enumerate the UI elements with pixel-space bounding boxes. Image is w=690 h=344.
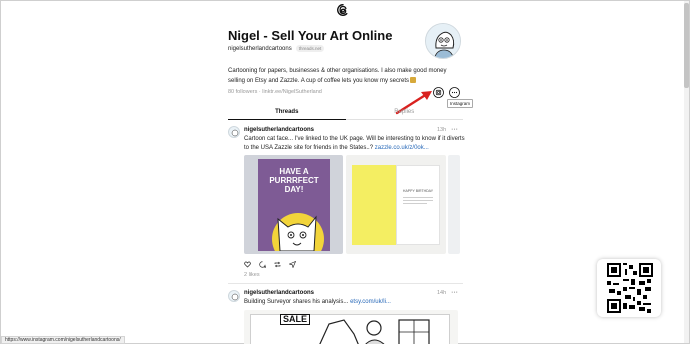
- instagram-icon[interactable]: [433, 87, 444, 98]
- more-icon[interactable]: [449, 87, 460, 98]
- status-bar-url: https://www.instagram.com/nigelsutherlan…: [1, 336, 125, 344]
- scrollbar-thumb[interactable]: [684, 3, 689, 88]
- card-line-2: PURRRFECT: [269, 176, 319, 185]
- profile-avatar[interactable]: [425, 23, 461, 59]
- card-line: [403, 203, 427, 204]
- cartoon-cat-icon: [272, 213, 324, 251]
- sale-sign: SALE: [280, 314, 311, 325]
- heart-icon[interactable]: [244, 261, 251, 268]
- domain-pill[interactable]: threads.net: [295, 45, 325, 52]
- card-line: [403, 200, 433, 201]
- post-image-card-inside[interactable]: HAPPY BIRTHDAY: [346, 155, 446, 254]
- post-likes[interactable]: 2 likes: [244, 272, 260, 278]
- repost-icon[interactable]: [274, 261, 281, 268]
- cartoon-sketch-icon: [319, 319, 430, 344]
- card-line-3: DAY!: [284, 185, 304, 194]
- post-image-card-front[interactable]: HAVE A PURRRFECT DAY!: [244, 155, 343, 254]
- post-body: Building Surveyor shares his analysis...: [244, 299, 351, 305]
- post-timestamp[interactable]: 13h: [437, 127, 446, 133]
- comment-icon[interactable]: [259, 261, 266, 268]
- post-username[interactable]: nigelsutherlandcartoons: [244, 127, 314, 133]
- card-greeting: HAPPY BIRTHDAY: [402, 189, 434, 193]
- profile-tabs: Threads Replies: [228, 106, 463, 120]
- card-line-1: HAVE A: [279, 167, 309, 176]
- post-link[interactable]: etsy.com/uk/li...: [350, 299, 391, 305]
- post-text: Cartoon cat face... I've linked to the U…: [244, 135, 466, 153]
- post-more-icon[interactable]: ···: [451, 126, 458, 133]
- profile-bio: Cartooning for papers, businesses & othe…: [228, 67, 463, 86]
- card-inside-left: [352, 165, 396, 245]
- scrollbar[interactable]: [684, 1, 689, 343]
- profile-handle-row: nigelsutherlandcartoons threads.net: [228, 45, 325, 52]
- profile-handle: nigelsutherlandcartoons: [228, 45, 292, 52]
- post-avatar[interactable]: [228, 290, 240, 302]
- post-body: Cartoon cat face... I've linked to the U…: [244, 136, 465, 151]
- tab-threads[interactable]: Threads: [228, 106, 346, 120]
- post-avatar[interactable]: [228, 126, 240, 138]
- qr-code-icon: [607, 263, 653, 313]
- card-front-text: HAVE A PURRRFECT DAY!: [258, 167, 330, 194]
- post-image-partial[interactable]: [448, 155, 460, 254]
- followers-link[interactable]: 80 followers · linktr.ee/NigelSutherland: [228, 89, 322, 95]
- post-divider: [228, 283, 463, 284]
- card-line: [403, 197, 433, 198]
- share-icon[interactable]: [289, 261, 296, 268]
- post-username[interactable]: nigelsutherlandcartoons: [244, 290, 314, 296]
- post-timestamp[interactable]: 14h: [437, 290, 446, 296]
- tab-replies[interactable]: Replies: [345, 106, 463, 120]
- post-actions: [244, 261, 296, 268]
- profile-name: Nigel - Sell Your Art Online: [228, 28, 393, 43]
- qr-code-widget[interactable]: [597, 259, 661, 317]
- browser-viewport: [0, 0, 690, 344]
- post-link[interactable]: zazzle.co.uk/z/0ok...: [375, 145, 429, 151]
- post-more-icon[interactable]: ···: [451, 289, 458, 296]
- threads-logo-icon[interactable]: [336, 3, 350, 17]
- post-text: Building Surveyor shares his analysis...…: [244, 298, 466, 307]
- coffee-emoji-icon: [409, 76, 416, 83]
- card-inside-right: [396, 165, 440, 245]
- post-image-cartoon[interactable]: SALE: [244, 310, 458, 344]
